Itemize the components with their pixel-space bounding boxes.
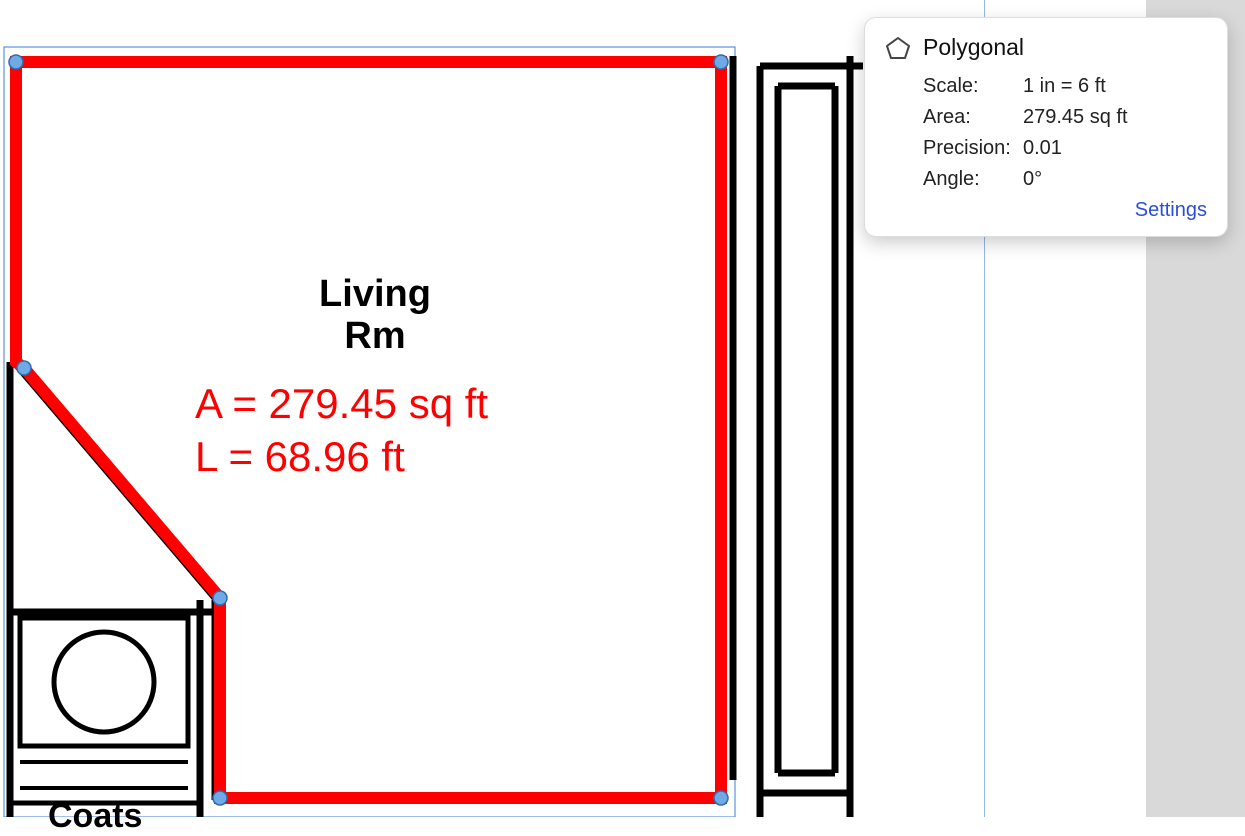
settings-link[interactable]: Settings	[1135, 199, 1207, 221]
panel-row-scale: Scale: 1 in = 6 ft	[923, 75, 1207, 98]
panel-angle-value: 0°	[1023, 168, 1042, 191]
panel-area-label: Area:	[923, 106, 1023, 129]
pentagon-icon	[885, 35, 911, 61]
panel-header: Polygonal	[885, 34, 1207, 61]
handle-point[interactable]	[17, 361, 31, 375]
panel-title: Polygonal	[923, 34, 1024, 61]
measurement-readout: A = 279.45 sq ft L = 68.96 ft	[195, 378, 488, 483]
handle-point[interactable]	[714, 55, 728, 69]
handle-point[interactable]	[9, 55, 23, 69]
panel-area-value: 279.45 sq ft	[1023, 106, 1128, 129]
panel-row-precision: Precision: 0.01	[923, 137, 1207, 160]
room-label: Living Rm	[305, 274, 445, 358]
canvas-area[interactable]: Living Rm A = 279.45 sq ft L = 68.96 ft …	[0, 0, 1245, 817]
panel-precision-value: 0.01	[1023, 137, 1062, 160]
measurement-length: L = 68.96 ft	[195, 431, 488, 484]
panel-scale-value: 1 in = 6 ft	[1023, 75, 1106, 98]
measurement-info-panel: Polygonal Scale: 1 in = 6 ft Area: 279.4…	[864, 17, 1228, 237]
panel-angle-label: Angle:	[923, 168, 1023, 191]
room-label-line2: Rm	[305, 316, 445, 358]
room-label-line1: Living	[305, 274, 445, 316]
panel-row-angle: Angle: 0°	[923, 168, 1207, 191]
handle-point[interactable]	[213, 791, 227, 805]
panel-scale-label: Scale:	[923, 75, 1023, 98]
panel-precision-label: Precision:	[923, 137, 1023, 160]
handle-point[interactable]	[714, 791, 728, 805]
measurement-area: A = 279.45 sq ft	[195, 378, 488, 431]
handle-point[interactable]	[213, 591, 227, 605]
panel-row-area: Area: 279.45 sq ft	[923, 106, 1207, 129]
